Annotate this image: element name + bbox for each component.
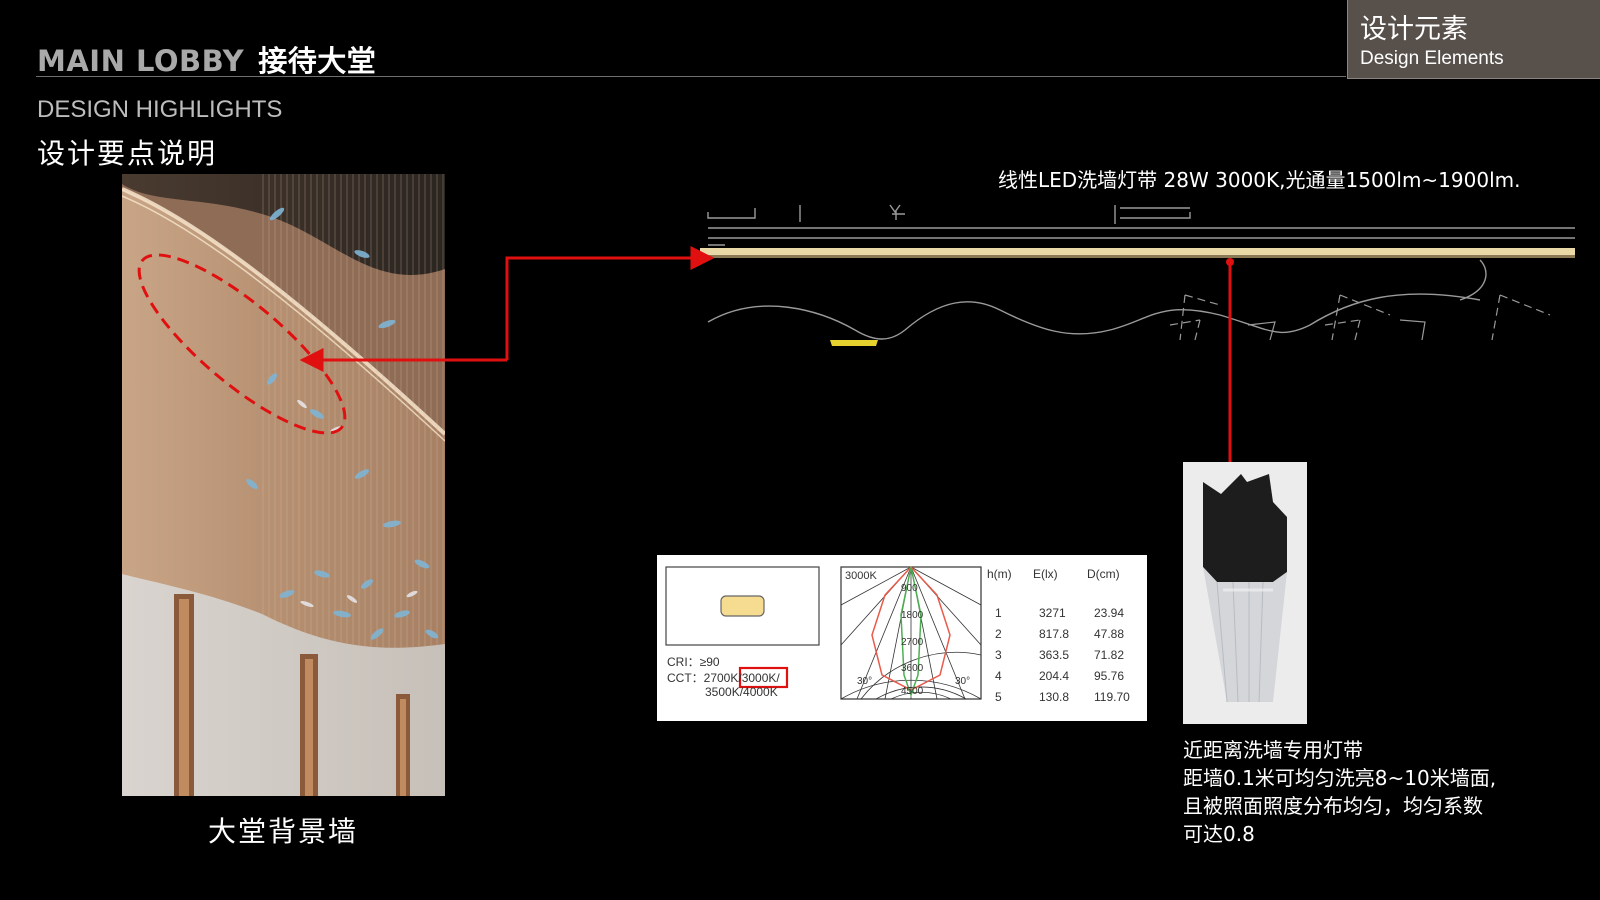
fixture-desc-line: 距墙0.1米可均匀洗亮8~10米墙面, [1183,766,1497,790]
polar-value-1: 900 [901,583,918,594]
table-cell: 363.5 [1039,648,1070,662]
table-cell: 95.76 [1094,669,1125,683]
cct-values: CCT：2700K/3000K/ [667,671,780,685]
section-drawing [700,204,1575,346]
led-fixture-photo [1183,462,1307,724]
header-divider [36,76,1346,77]
fixture-desc-line: 且被照面照度分布均匀，均匀系数 [1183,794,1483,818]
table-cell: 23.94 [1094,606,1125,620]
table-cell: 5 [995,690,1002,704]
table-cell: 3271 [1039,606,1066,620]
cri-value: CRI：≥90 [667,655,720,669]
polar-value-2: 1800 [901,610,924,621]
table-cell: 130.8 [1039,690,1070,704]
led-strip [700,248,1575,256]
led-spec-text: 线性LED洗墙灯带 28W 3000K,光通量1500lm~1900lm. [998,168,1521,192]
table-cell: 2 [995,627,1002,641]
table-cell: 47.88 [1094,627,1125,641]
table-cell: 1 [995,606,1002,620]
photo-caption: 大堂背景墙 [208,815,359,848]
polar-value-4: 3600 [901,663,924,674]
cct-values-line2: 3500K/4000K [705,685,778,699]
polar-value-3: 2700 [901,637,924,648]
highlights-heading-cn: 设计要点说明 [37,137,218,170]
section-badge-en: Design Elements [1360,48,1504,69]
lobby-wall-photo [122,174,445,796]
section-badge-cn: 设计元素 [1360,14,1468,45]
polar-cct-label: 3000K [845,570,877,582]
table-header: D(cm) [1087,567,1120,581]
table-cell: 3 [995,648,1002,662]
page-title: MAIN LOBBY 接待大堂 [37,38,376,80]
table-cell: 204.4 [1039,669,1070,683]
cct-highlight: 3000K/ [741,671,780,685]
fixture-desc-line: 近距离洗墙专用灯带 [1183,738,1363,762]
table-header: E(lx) [1033,567,1058,581]
table-cell: 4 [995,669,1002,683]
table-header: h(m) [987,567,1012,581]
page-title-en: MAIN LOBBY [37,44,245,78]
polar-value-5: 4500 [901,686,924,697]
page-title-cn: 接待大堂 [258,44,377,78]
polar-angle-left: 30° [857,676,873,687]
polar-angle-right: 30° [955,676,971,687]
table-cell: 71.82 [1094,648,1125,662]
table-cell: 817.8 [1039,627,1070,641]
table-cell: 119.70 [1094,690,1130,704]
section-badge: 设计元素 Design Elements [1347,0,1600,79]
highlights-heading-en: DESIGN HIGHLIGHTS [37,96,283,123]
fixture-desc-line: 可达0.8 [1183,822,1255,846]
fixture-description: 近距离洗墙专用灯带 距墙0.1米可均匀洗亮8~10米墙面, 且被照面照度分布均匀… [1183,736,1496,848]
photometric-datasheet: 3000K 900 1800 2700 3600 4500 30° 30° CR… [657,555,1147,721]
